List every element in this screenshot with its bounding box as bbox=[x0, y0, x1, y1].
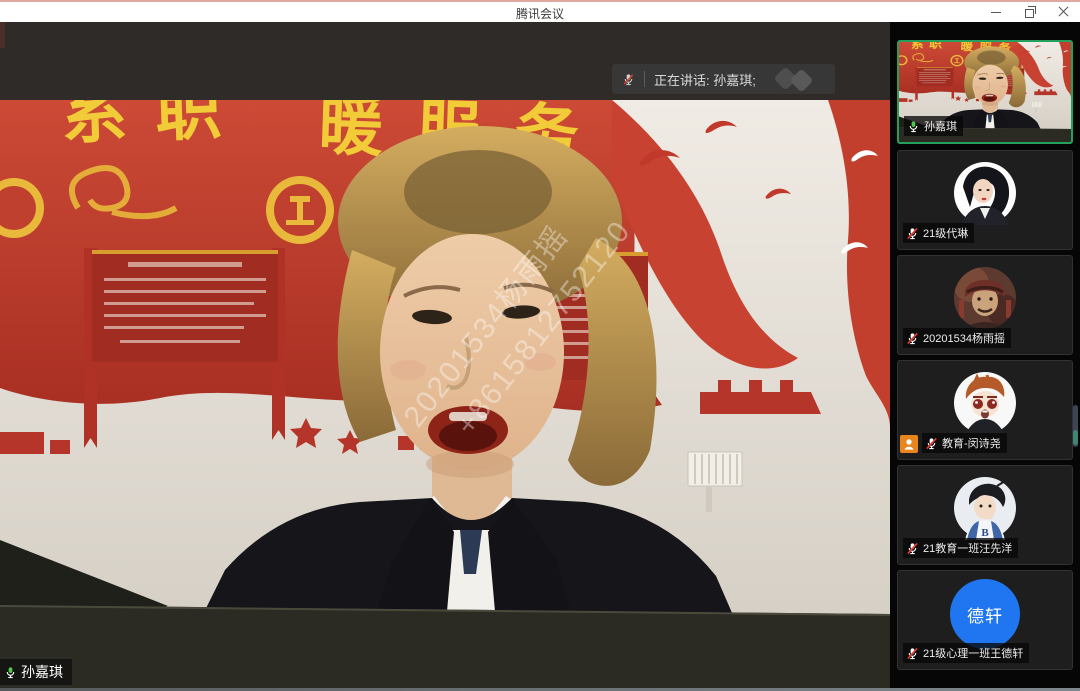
participant-name-chip: 21级代琳 bbox=[903, 223, 974, 243]
minimize-button[interactable] bbox=[990, 6, 1002, 18]
avatar bbox=[953, 161, 1017, 225]
avatar bbox=[953, 266, 1017, 330]
participant-name-chip: 孙嘉琪 bbox=[904, 116, 963, 136]
participant-name-chip: 21教育一班汪先洋 bbox=[903, 538, 1018, 558]
window-title: 腾讯会议 bbox=[0, 5, 1080, 22]
participant-tile-minshiyao[interactable]: 教育-闵诗尧 bbox=[897, 360, 1073, 460]
close-button[interactable] bbox=[1058, 6, 1070, 18]
webcam-scene bbox=[0, 100, 890, 691]
title-bar: 腾讯会议 bbox=[0, 0, 1080, 22]
restore-button[interactable] bbox=[1024, 6, 1036, 18]
avatar: B bbox=[953, 476, 1017, 540]
participant-name-chip: 20201534杨雨摇 bbox=[903, 328, 1011, 348]
participant-name: 20201534杨雨摇 bbox=[923, 330, 1005, 346]
main-video: 20201534杨雨摇 +8615812752120 bbox=[0, 100, 890, 691]
sidebar-scrollbar[interactable] bbox=[1073, 405, 1078, 447]
main-video-stage[interactable]: 20201534杨雨摇 +8615812752120 正在讲话: 孙嘉琪; 孙嘉… bbox=[0, 22, 890, 691]
video-edge-artifact bbox=[0, 22, 5, 48]
avatar bbox=[953, 371, 1017, 435]
participant-name: 21级代琳 bbox=[923, 225, 968, 241]
participants-sidebar: 孙嘉琪 21级代琳 bbox=[890, 22, 1080, 691]
avatar-initials: 德轩 bbox=[967, 602, 1003, 627]
mic-muted-icon bbox=[906, 227, 919, 240]
chip-divider bbox=[644, 71, 645, 87]
participant-name: 21级心理一班王德轩 bbox=[923, 645, 1023, 661]
participant-name: 孙嘉琪 bbox=[924, 118, 957, 134]
mic-muted-icon bbox=[906, 542, 919, 555]
mic-muted-icon bbox=[925, 437, 938, 450]
participant-tile-yangyuyao[interactable]: 20201534杨雨摇 bbox=[897, 255, 1073, 355]
participant-tile-sunjiaqi[interactable]: 孙嘉琪 bbox=[897, 40, 1073, 144]
main-speaker-name-chip: 孙嘉琪 bbox=[0, 659, 72, 685]
participant-name: 教育-闵诗尧 bbox=[942, 435, 1001, 451]
host-badge-icon bbox=[900, 435, 918, 453]
active-speaker-label: 正在讲话: 孙嘉琪; bbox=[654, 70, 756, 89]
mic-muted-icon bbox=[906, 332, 919, 345]
participant-tile-wangdexuan[interactable]: 德轩 21级心理一班王德轩 bbox=[897, 570, 1073, 670]
mic-muted-icon bbox=[906, 647, 919, 660]
tencent-meeting-logo-icon bbox=[771, 68, 823, 90]
participant-name-chip: 21级心理一班王德轩 bbox=[903, 643, 1029, 663]
active-speaker-indicator: 正在讲话: 孙嘉琪; bbox=[612, 64, 835, 94]
participant-tile-wangxianyang[interactable]: B 21教育一班汪先洋 bbox=[897, 465, 1073, 565]
participant-tile-dailin[interactable]: 21级代琳 bbox=[897, 150, 1073, 250]
mic-on-icon bbox=[4, 666, 17, 679]
participant-name-chip: 教育-闵诗尧 bbox=[922, 433, 1007, 453]
initials-avatar: 德轩 bbox=[950, 579, 1020, 649]
participant-name: 21教育一班汪先洋 bbox=[923, 540, 1012, 556]
mic-on-icon bbox=[907, 120, 920, 133]
main-speaker-name: 孙嘉琪 bbox=[21, 662, 63, 682]
speaking-mic-icon bbox=[622, 73, 635, 86]
